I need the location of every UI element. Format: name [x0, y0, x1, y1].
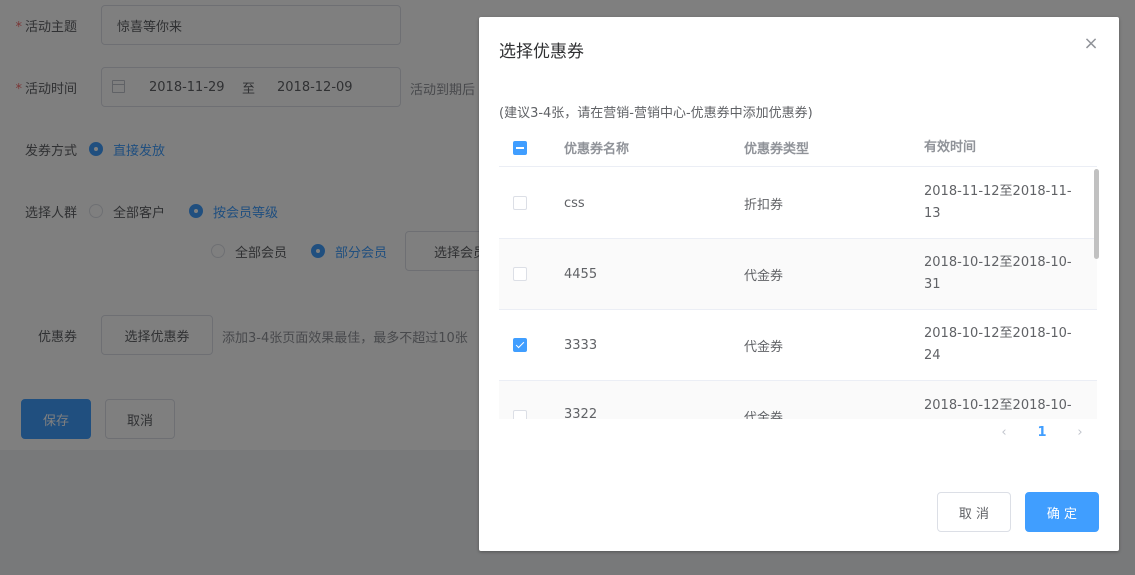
dialog-note: (建议3-4张，请在营销-营销中心-优惠券中添加优惠券)	[499, 106, 813, 121]
row-checkbox[interactable]	[513, 196, 527, 210]
coupon-time: 2018-10-12至2018-10-24	[924, 326, 1072, 363]
prev-page-icon[interactable]: ‹	[985, 425, 1023, 440]
coupon-time: 2018-11-12至2018-11-13	[924, 184, 1072, 221]
coupon-name: css	[564, 195, 585, 211]
table-row[interactable]: css 折扣券 2018-11-12至2018-11-13	[499, 168, 1097, 239]
coupon-name: 3333	[564, 337, 598, 353]
table-header: 优惠券名称 优惠券类型 有效时间	[499, 129, 1097, 167]
select-all-checkbox[interactable]	[513, 140, 527, 155]
table-row[interactable]: 3322 代金券 2018-10-12至2018-10-	[499, 381, 1097, 419]
table-body[interactable]: css 折扣券 2018-11-12至2018-11-13 4455 代金券 2…	[499, 168, 1097, 419]
pagination: ‹ 1 ›	[985, 425, 1099, 440]
column-header-time: 有效时间	[924, 139, 977, 155]
button-label: 确 定	[1046, 506, 1078, 522]
dialog-cancel-button[interactable]: 取 消	[937, 492, 1011, 532]
row-checkbox[interactable]	[513, 267, 527, 281]
row-checkbox[interactable]	[513, 410, 527, 419]
coupon-name: 4455	[564, 266, 598, 282]
table-scrollbar[interactable]	[1094, 169, 1099, 259]
column-header-name: 优惠券名称	[564, 142, 630, 157]
coupon-type: 代金券	[744, 339, 784, 355]
coupon-time: 2018-10-12至2018-10-31	[924, 255, 1072, 292]
table-row[interactable]: 3333 代金券 2018-10-12至2018-10-24	[499, 310, 1097, 381]
next-page-icon[interactable]: ›	[1061, 425, 1099, 440]
column-header-type: 优惠券类型	[744, 142, 810, 157]
row-checkbox[interactable]	[513, 338, 527, 352]
close-icon[interactable]: ×	[1083, 35, 1099, 53]
coupon-type: 代金券	[744, 268, 784, 284]
coupon-name: 3322	[564, 407, 598, 419]
page-number[interactable]: 1	[1023, 425, 1061, 440]
table-row[interactable]: 4455 代金券 2018-10-12至2018-10-31	[499, 239, 1097, 310]
button-label: 取 消	[958, 506, 990, 522]
coupon-time: 2018-10-12至2018-10-	[924, 398, 1072, 413]
coupon-dialog: 选择优惠券 × (建议3-4张，请在营销-营销中心-优惠券中添加优惠券) 优惠券…	[479, 17, 1119, 551]
coupon-type: 折扣券	[744, 197, 784, 213]
dialog-title: 选择优惠券	[499, 42, 584, 62]
dialog-confirm-button[interactable]: 确 定	[1025, 492, 1099, 532]
coupon-type: 代金券	[744, 411, 784, 419]
